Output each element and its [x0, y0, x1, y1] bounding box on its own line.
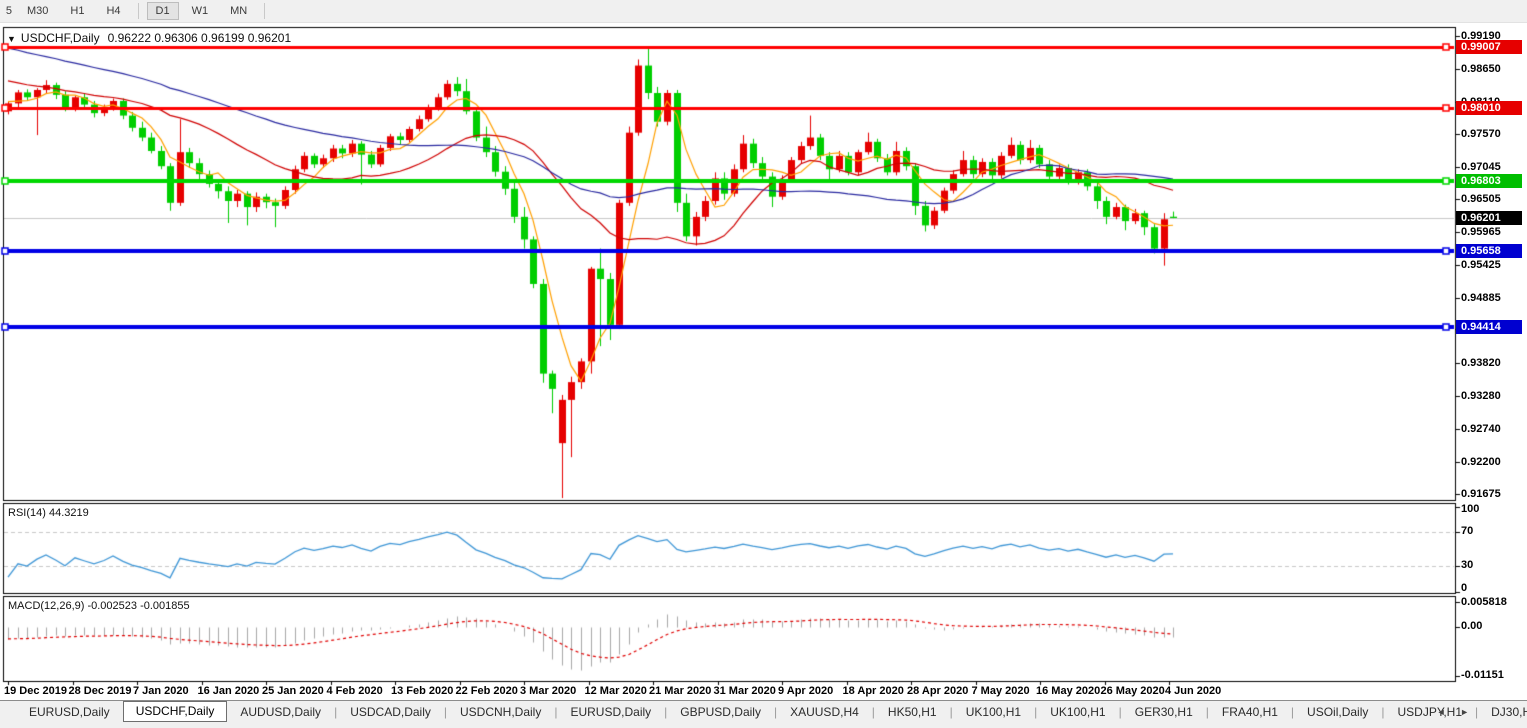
price-badge: 0.95658 — [1456, 244, 1522, 258]
date-tick-label: 25 Jan 2020 — [262, 685, 324, 697]
date-tick-label: 21 Mar 2020 — [649, 685, 712, 697]
tab-audusd-daily[interactable]: AUDUSD,Daily — [227, 702, 334, 722]
chart-title: ▼ USDCHF,Daily 0.96222 0.96306 0.96199 0.9… — [7, 31, 291, 45]
date-tick-label: 7 Jan 2020 — [133, 685, 189, 697]
macd-tick-label: -0.01151 — [1461, 669, 1504, 681]
date-tick-label: 16 Jan 2020 — [197, 685, 260, 697]
date-tick-label: 13 Feb 2020 — [391, 685, 454, 697]
tab-eurusd-daily[interactable]: EURUSD,Daily — [16, 702, 123, 722]
chart-ohlc-values: 0.96222 0.96306 0.96199 0.96201 — [107, 31, 292, 45]
macd-tick-label: 0.00 — [1461, 620, 1483, 632]
date-tick-label: 3 Mar 2020 — [520, 685, 577, 697]
date-tick-label: 26 May 2020 — [1100, 685, 1165, 697]
chart-dropdown-icon[interactable]: ▼ — [7, 34, 16, 44]
date-tick-label: 12 Mar 2020 — [584, 685, 647, 697]
tab-xauusd-h4[interactable]: XAUUSD,H4 — [777, 702, 872, 722]
tab-scroll-left-icon[interactable]: ◄ — [1437, 707, 1452, 717]
tab-eurusd-daily[interactable]: EURUSD,Daily — [557, 702, 664, 722]
price-tick-label: 0.97045 — [1461, 161, 1501, 173]
date-tick-label: 28 Apr 2020 — [907, 685, 969, 697]
price-tick-label: 0.93280 — [1461, 390, 1501, 402]
rsi-tick-label: 30 — [1461, 559, 1474, 571]
price-tick-label: 0.97570 — [1461, 128, 1501, 140]
price-badge: 0.94414 — [1456, 320, 1522, 334]
price-tick-label: 0.96505 — [1461, 193, 1501, 205]
tab-scroll-right-icon[interactable]: ► — [1460, 707, 1475, 717]
price-tick-label: 0.93820 — [1461, 357, 1501, 369]
date-tick-label: 22 Feb 2020 — [455, 685, 518, 697]
symbol-tabbar: EURUSD,Daily USDCHF,Daily AUDUSD,Daily | USD… — [0, 700, 1527, 728]
rsi-indicator-label: RSI(14) 44.3219 — [8, 507, 89, 519]
tab-scroll-arrows: ◄ ► — [1437, 707, 1475, 717]
price-tick-label: 0.92200 — [1461, 456, 1501, 468]
rsi-tick-label: 0 — [1461, 582, 1468, 594]
current-price-badge: 0.96201 — [1456, 211, 1522, 225]
date-tick-label: 4 Jun 2020 — [1165, 685, 1222, 697]
date-tick-label: 31 Mar 2020 — [713, 685, 776, 697]
rsi-tick-label: 100 — [1461, 503, 1480, 515]
date-tick-label: 18 Apr 2020 — [842, 685, 904, 697]
tab-usoil-daily[interactable]: USOil,Daily — [1294, 702, 1381, 722]
date-tick-label: 7 May 2020 — [971, 685, 1030, 697]
tab-usdchf-daily[interactable]: USDCHF,Daily — [122, 701, 228, 722]
price-tick-label: 0.91675 — [1461, 488, 1501, 500]
tab-uk100-h1[interactable]: UK100,H1 — [1037, 702, 1118, 722]
date-tick-label: 9 Apr 2020 — [778, 685, 834, 697]
chart-canvas[interactable] — [0, 0, 1527, 728]
macd-indicator-label: MACD(12,26,9) -0.002523 -0.001855 — [8, 600, 190, 612]
price-badge: 0.99007 — [1456, 40, 1522, 54]
date-tick-label: 16 May 2020 — [1036, 685, 1101, 697]
date-tick-label: 4 Feb 2020 — [326, 685, 383, 697]
macd-tick-label: 0.005818 — [1461, 596, 1507, 608]
date-tick-label: 19 Dec 2019 — [4, 685, 67, 697]
tab-usdcad-daily[interactable]: USDCAD,Daily — [337, 702, 444, 722]
tab-hk50-h1[interactable]: HK50,H1 — [875, 702, 950, 722]
price-badge: 0.96803 — [1456, 174, 1522, 188]
price-tick-label: 0.98650 — [1461, 63, 1501, 75]
chart-symbol-label: USDCHF,Daily — [20, 31, 100, 45]
tab-ger30-h1[interactable]: GER30,H1 — [1122, 702, 1206, 722]
price-tick-label: 0.94885 — [1461, 292, 1501, 304]
price-tick-label: 0.95425 — [1461, 259, 1501, 271]
rsi-tick-label: 70 — [1461, 525, 1474, 537]
date-tick-label: 28 Dec 2019 — [68, 685, 132, 697]
terminal-window: 5M30H1H4D1W1MN ▼USDCHF,Daily0.96222 0.96… — [0, 0, 1527, 728]
price-tick-label: 0.92740 — [1461, 423, 1501, 435]
price-tick-label: 0.95965 — [1461, 226, 1501, 238]
tab-dj30-h1[interactable]: DJ30,H1 — [1478, 702, 1527, 722]
symbol-tabs: EURUSD,Daily USDCHF,Daily AUDUSD,Daily | USD… — [0, 701, 1527, 722]
tab-fra40-h1[interactable]: FRA40,H1 — [1209, 702, 1291, 722]
price-badge: 0.98010 — [1456, 101, 1522, 115]
tab-uk100-h1[interactable]: UK100,H1 — [953, 702, 1034, 722]
tab-gbpusd-daily[interactable]: GBPUSD,Daily — [667, 702, 774, 722]
tab-usdcnh-daily[interactable]: USDCNH,Daily — [447, 702, 554, 722]
